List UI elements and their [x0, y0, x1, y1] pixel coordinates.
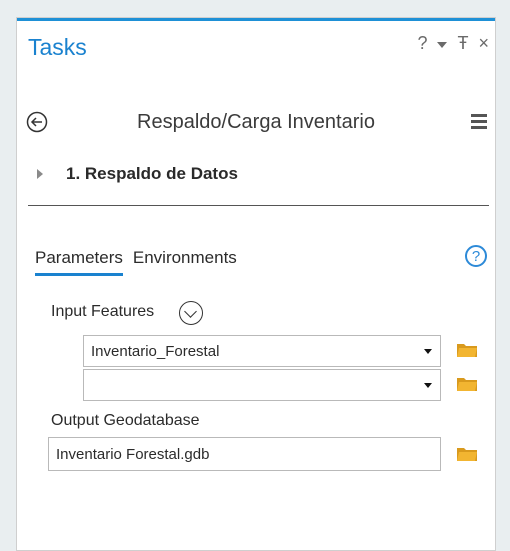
pane-accent-bar — [17, 18, 495, 21]
window-help-button[interactable]: ? — [417, 33, 427, 53]
window-controls: ? Ŧ × — [417, 33, 489, 53]
help-icon[interactable]: ? — [465, 245, 487, 267]
expand-triangle-icon[interactable] — [37, 169, 43, 179]
tasks-pane: Tasks ? Ŧ × Respaldo/Carga Inventario 1.… — [16, 17, 496, 551]
tab-bar: Parameters Environments — [35, 248, 237, 276]
dropdown-arrow-icon[interactable] — [424, 383, 432, 388]
pin-button[interactable]: Ŧ — [457, 33, 468, 53]
folder-icon[interactable] — [456, 342, 478, 358]
input-features-label: Input Features — [51, 303, 155, 320]
input-features-combo-1[interactable]: Inventario_Forestal — [83, 335, 441, 367]
folder-icon[interactable] — [456, 446, 478, 462]
step-row[interactable]: 1. Respaldo de Datos — [37, 164, 238, 184]
task-name: Respaldo/Carga Inventario — [137, 111, 375, 133]
output-geodatabase-field[interactable]: Inventario Forestal.gdb — [48, 437, 441, 471]
step-label: 1. Respaldo de Datos — [66, 164, 238, 183]
tab-environments[interactable]: Environments — [133, 248, 237, 276]
hamburger-menu-icon[interactable] — [471, 114, 487, 130]
input-features-combo-2[interactable] — [83, 369, 441, 401]
input-features-value-1: Inventario_Forestal — [91, 343, 220, 360]
folder-icon[interactable] — [456, 376, 478, 392]
tab-parameters[interactable]: Parameters — [35, 248, 123, 276]
close-button[interactable]: × — [478, 33, 489, 53]
output-geodatabase-value: Inventario Forestal.gdb — [56, 446, 210, 463]
dropdown-arrow-icon[interactable] — [424, 349, 432, 354]
pane-title: Tasks — [28, 34, 87, 60]
options-dropdown-icon[interactable] — [437, 42, 448, 48]
divider — [28, 205, 489, 206]
output-geodatabase-label: Output Geodatabase — [51, 412, 200, 429]
chevron-down-circle-icon[interactable] — [179, 301, 203, 325]
